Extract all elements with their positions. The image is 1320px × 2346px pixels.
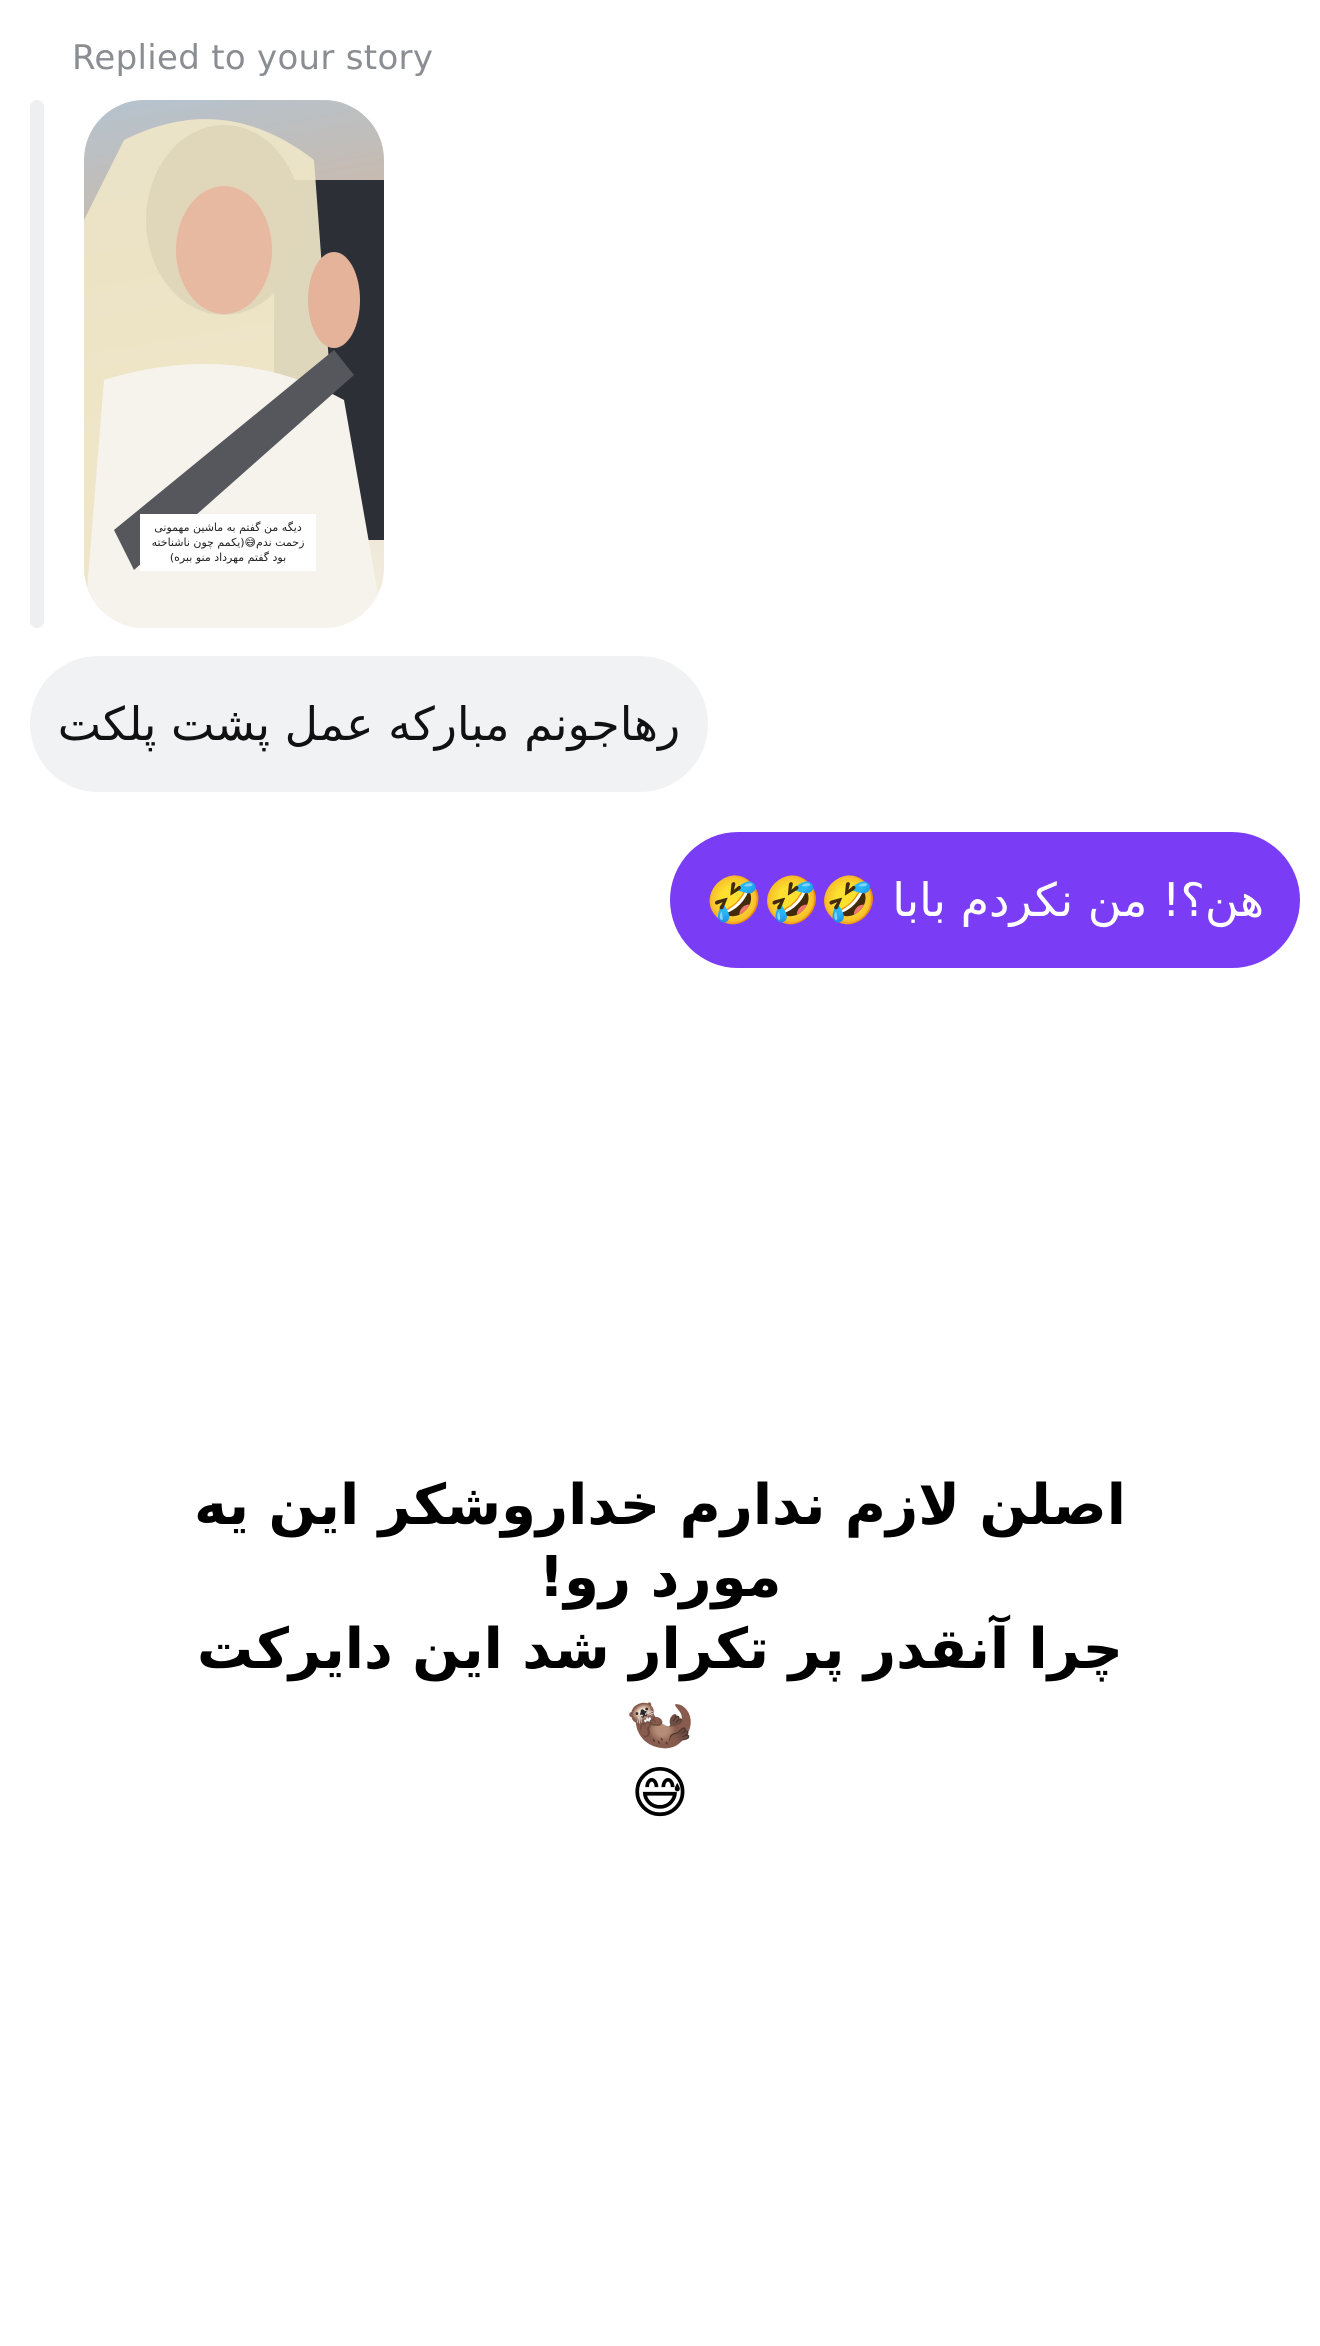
story-reply-caption: Replied to your story [72,38,434,78]
reply-quote-bar [30,100,44,628]
message-bubble-incoming[interactable]: رهاجونم مبارکه عمل پشت پلکت [30,656,708,792]
overlay-caption: اصلن لازم ندارم خداروشکر این یه مورد رو!… [194,1473,1126,1826]
hand [308,252,360,348]
story-thumbnail[interactable]: دیگه من گفتم به ماشین مهمونی زحمت ندم😅(ی… [84,100,384,628]
jacket [84,364,384,628]
face [176,186,272,314]
message-bubble-outgoing[interactable]: هن؟! من نکردم بابا 🤣🤣🤣 [670,832,1300,968]
story-text-sticker: دیگه من گفتم به ماشین مهمونی زحمت ندم😅(ی… [140,514,316,571]
message-text: هن؟! من نکردم بابا 🤣🤣🤣 [705,872,1265,927]
message-text: رهاجونم مبارکه عمل پشت پلکت [57,697,681,751]
